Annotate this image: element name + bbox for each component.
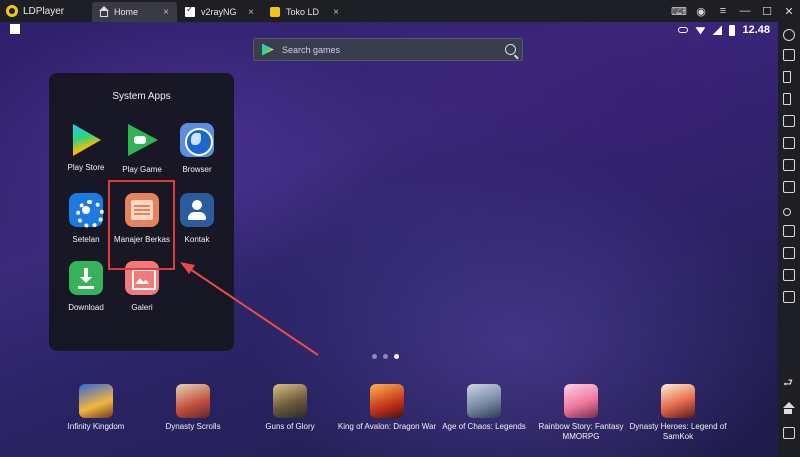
page-indicator	[372, 354, 399, 359]
record-icon[interactable]	[782, 224, 796, 238]
game-rainbow-story[interactable]: Rainbow Story: Fantasy MMORPG	[526, 384, 636, 442]
tab-toko-ld[interactable]: Toko LD ×	[262, 2, 347, 22]
tab-close-icon[interactable]: ×	[333, 7, 339, 18]
page-dot[interactable]	[372, 354, 377, 359]
game-icon	[467, 384, 501, 418]
folder-icon[interactable]	[782, 246, 796, 260]
game-icon	[661, 384, 695, 418]
game-infinity-kingdom[interactable]: Infinity Kingdom	[41, 384, 151, 432]
fullscreen-icon[interactable]	[782, 114, 796, 128]
game-dynasty-heroes[interactable]: Dynasty Heroes: Legend of SamKok	[623, 384, 733, 442]
window-controls: ⌨ ◉ ≡ — ☐ ✕	[668, 0, 800, 22]
page-dot[interactable]	[383, 354, 388, 359]
game-label: Rainbow Story: Fantasy MMORPG	[538, 422, 624, 441]
tab-v2rayng-label: v2rayNG	[201, 7, 237, 17]
arrow-head	[180, 262, 195, 274]
game-label: King of Avalon: Dragon War	[337, 422, 437, 431]
maximize-icon[interactable]: ☐	[756, 0, 778, 22]
game-label: Infinity Kingdom	[67, 422, 125, 431]
account-icon[interactable]: ◉	[690, 0, 712, 22]
arrow-line	[189, 268, 319, 356]
game-icon	[273, 384, 307, 418]
android-desktop: 12.48 System Apps Play Store Play Game B…	[0, 22, 778, 457]
home-icon	[99, 5, 109, 17]
v2rayng-icon	[185, 4, 195, 17]
app-logo: LDPlayer	[0, 0, 92, 22]
minimize-icon[interactable]: —	[734, 0, 756, 22]
keyboard-icon[interactable]	[782, 48, 796, 62]
volume-up-icon[interactable]	[782, 70, 796, 84]
settings-gear-icon[interactable]	[782, 28, 796, 42]
game-label: Age of Chaos: Legends	[442, 422, 526, 431]
gamepad-icon[interactable]: ⌨	[668, 0, 690, 22]
recent-apps-icon[interactable]	[782, 426, 796, 440]
game-icon	[564, 384, 598, 418]
right-toolbar	[778, 22, 800, 457]
rotate-icon[interactable]	[782, 136, 796, 150]
app-name: LDPlayer	[23, 5, 65, 17]
game-icon	[176, 384, 210, 418]
game-dynasty-scrolls[interactable]: Dynasty Scrolls	[138, 384, 248, 432]
screenshot-icon[interactable]	[782, 180, 796, 194]
tab-close-icon[interactable]: ×	[248, 7, 254, 18]
game-icon	[370, 384, 404, 418]
game-guns-of-glory[interactable]: Guns of Glory	[235, 384, 345, 432]
game-label: Dynasty Scrolls	[165, 422, 221, 431]
tab-v2rayng[interactable]: v2rayNG ×	[177, 2, 262, 22]
volume-down-icon[interactable]	[782, 92, 796, 106]
tab-toko-ld-label: Toko LD	[286, 7, 320, 17]
tab-home-label: Home	[114, 7, 139, 17]
back-icon[interactable]	[782, 374, 796, 393]
game-king-of-avalon[interactable]: King of Avalon: Dragon War	[332, 384, 442, 432]
close-icon[interactable]: ✕	[778, 0, 800, 22]
game-label: Guns of Glory	[265, 422, 315, 431]
multi-instance-icon[interactable]	[782, 268, 796, 282]
tab-home[interactable]: Home ×	[92, 2, 177, 22]
title-bar: LDPlayer Home × v2rayNG × Toko LD × ⌨ ◉ …	[0, 0, 800, 22]
install-apk-icon[interactable]	[782, 158, 796, 172]
tab-close-icon[interactable]: ×	[163, 7, 169, 18]
game-label: Dynasty Heroes: Legend of SamKok	[629, 422, 727, 441]
game-icon	[79, 384, 113, 418]
page-dot-active[interactable]	[394, 354, 399, 359]
more-icon[interactable]	[782, 290, 796, 304]
scissors-icon[interactable]	[782, 202, 796, 216]
android-home-icon[interactable]	[782, 402, 796, 416]
toko-ld-icon	[270, 7, 280, 17]
ldplayer-logo-icon	[6, 5, 18, 17]
game-age-of-chaos[interactable]: Age of Chaos: Legends	[429, 384, 539, 432]
menu-icon[interactable]: ≡	[712, 0, 734, 22]
